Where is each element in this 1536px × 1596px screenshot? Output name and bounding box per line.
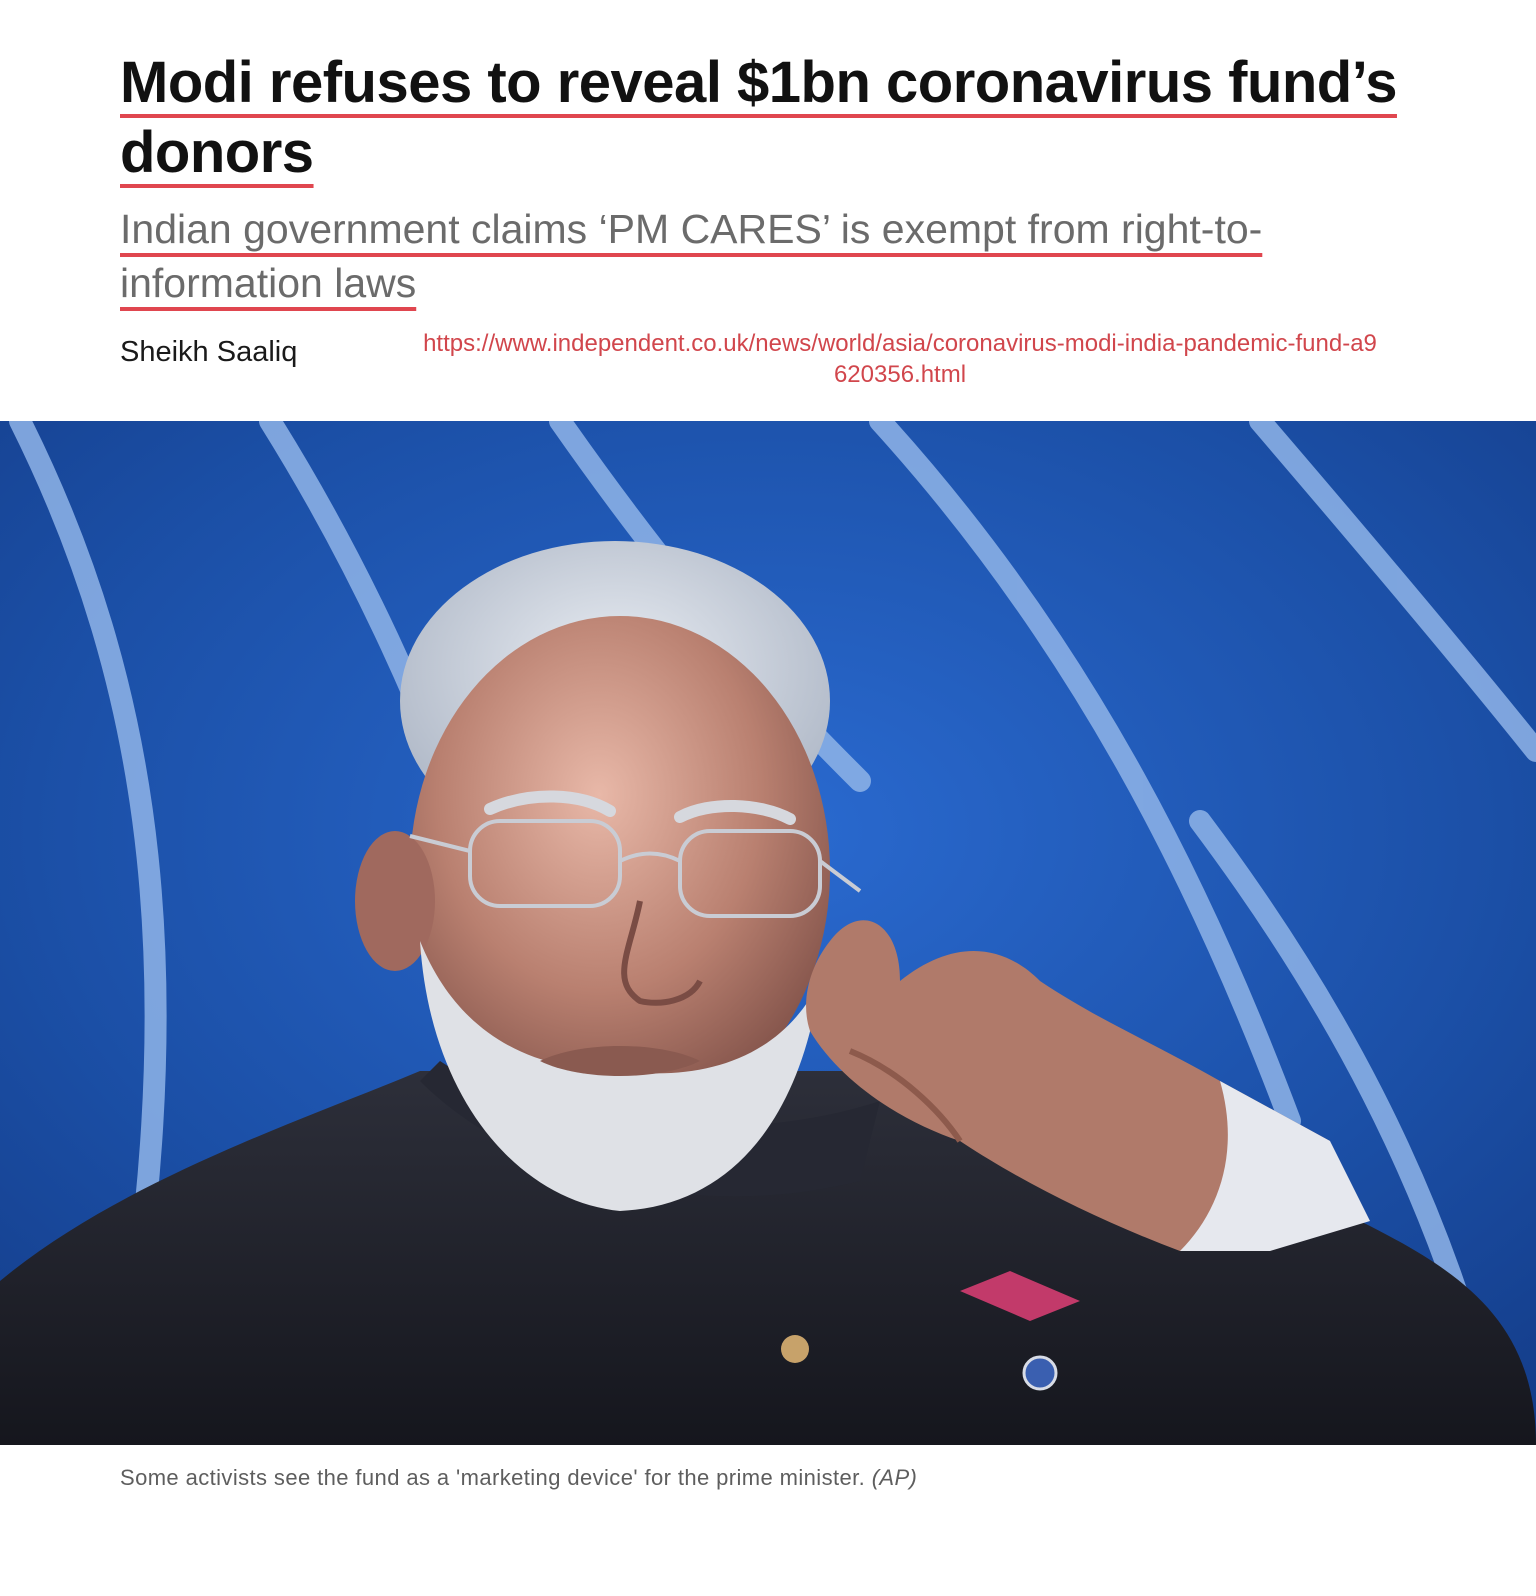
source-url-link[interactable]: https://www.independent.co.uk/news/world… <box>420 328 1380 390</box>
byline-row: Sheikh Saaliq https://www.independent.co… <box>120 328 1420 388</box>
caption-text: Some activists see the fund as a 'market… <box>120 1465 866 1490</box>
jacket-button <box>781 1335 809 1363</box>
photo-illustration <box>0 421 1536 1445</box>
photo-caption: Some activists see the fund as a 'market… <box>120 1465 917 1491</box>
article-photo <box>0 421 1536 1445</box>
headline: Modi refuses to reveal $1bn coronavirus … <box>120 48 1410 188</box>
author-name[interactable]: Sheikh Saaliq <box>120 336 297 369</box>
photo-credit: (AP) <box>871 1465 918 1490</box>
standfirst-text: Indian government claims ‘PM CARES’ is e… <box>120 206 1263 306</box>
headline-text: Modi refuses to reveal $1bn coronavirus … <box>120 50 1397 185</box>
article-header: Modi refuses to reveal $1bn coronavirus … <box>120 48 1420 310</box>
standfirst: Indian government claims ‘PM CARES’ is e… <box>120 202 1320 310</box>
lapel-pin <box>1022 1355 1058 1391</box>
